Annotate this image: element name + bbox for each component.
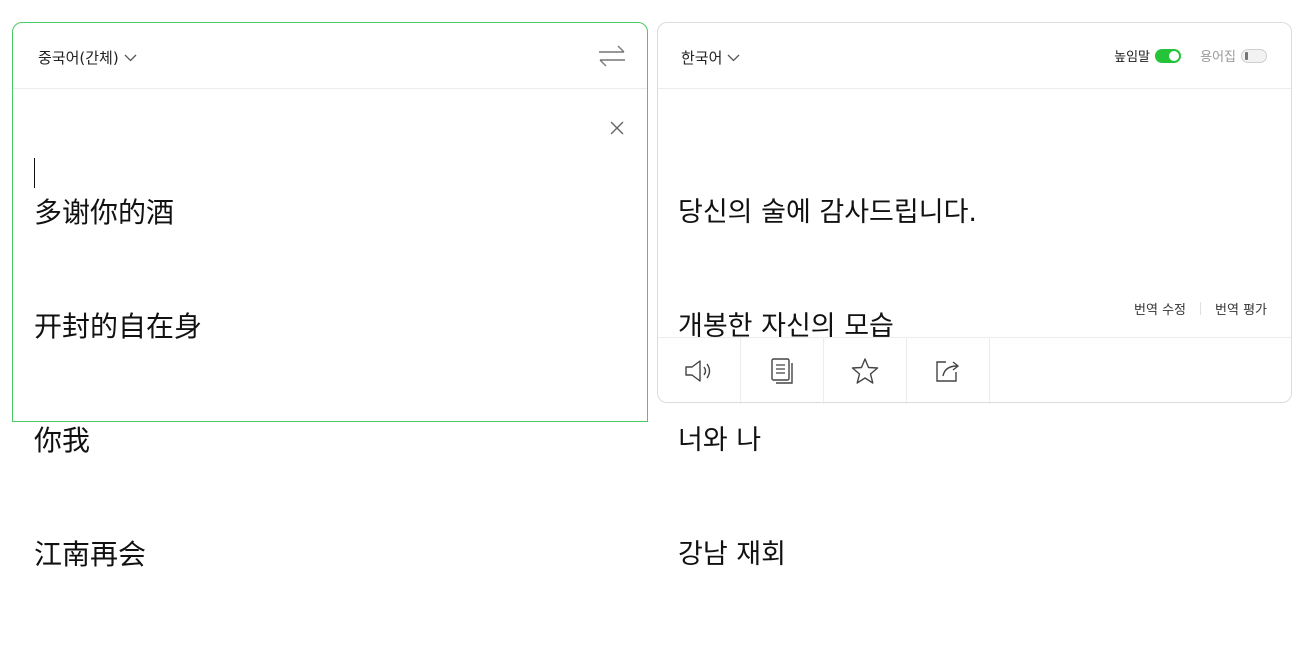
edit-translation-link[interactable]: 번역 수정 [1134, 299, 1186, 318]
source-line: 你我 [34, 424, 91, 457]
rate-translation-link[interactable]: 번역 평가 [1215, 299, 1267, 318]
source-line: 江南再会 [34, 538, 147, 571]
share-button[interactable] [907, 338, 990, 404]
source-panel: 중국어(간체) 多谢你的酒 开封的自在身 你我 江南再会 [12, 22, 648, 571]
chevron-down-icon [124, 54, 137, 62]
listen-button[interactable] [658, 338, 741, 404]
clear-text-button[interactable] [609, 120, 625, 136]
source-line: 多谢你的酒 [34, 196, 175, 229]
target-line: 당신의 술에 감사드립니다. [678, 197, 977, 228]
swap-languages-button[interactable] [597, 43, 627, 69]
copy-button[interactable] [741, 338, 824, 404]
source-language-select[interactable]: 중국어(간체) [38, 47, 137, 68]
honorific-label: 높임말 [1114, 50, 1150, 65]
target-header: 한국어 높임말 용어집 [658, 23, 1291, 89]
favorite-button[interactable] [824, 338, 907, 404]
swap-arrows-icon [599, 45, 625, 67]
source-line: 开封的自在身 [34, 310, 203, 343]
source-text-input[interactable]: 多谢你的酒 开封的自在身 你我 江南再会 [34, 118, 202, 650]
copy-icon [771, 358, 793, 384]
target-language-label: 한국어 [681, 49, 723, 67]
share-icon [936, 361, 960, 382]
close-icon [610, 121, 624, 135]
action-bar [658, 337, 1291, 404]
honorific-switch[interactable] [1155, 48, 1181, 63]
text-caret [34, 158, 35, 188]
source-header: 중국어(간체) [13, 23, 647, 89]
target-line: 강남 재회 [678, 539, 786, 570]
target-line: 너와 나 [678, 425, 762, 456]
target-panel: 한국어 높임말 용어집 당신의 술에 감사드립니다. 개봉한 자신의 모습 너와… [657, 22, 1292, 570]
glossary-switch[interactable] [1241, 48, 1267, 63]
chevron-down-icon [727, 54, 740, 62]
glossary-label: 용어집 [1200, 50, 1236, 65]
source-language-label: 중국어(간체) [38, 49, 119, 67]
translation-feedback: 번역 수정 번역 평가 [1134, 299, 1267, 318]
target-language-select[interactable]: 한국어 [681, 47, 740, 68]
speaker-icon [685, 360, 711, 382]
star-icon [851, 358, 879, 384]
honorific-toggle[interactable]: 높임말 [1114, 46, 1181, 65]
divider [1200, 302, 1202, 315]
glossary-toggle[interactable]: 용어집 [1200, 46, 1267, 65]
